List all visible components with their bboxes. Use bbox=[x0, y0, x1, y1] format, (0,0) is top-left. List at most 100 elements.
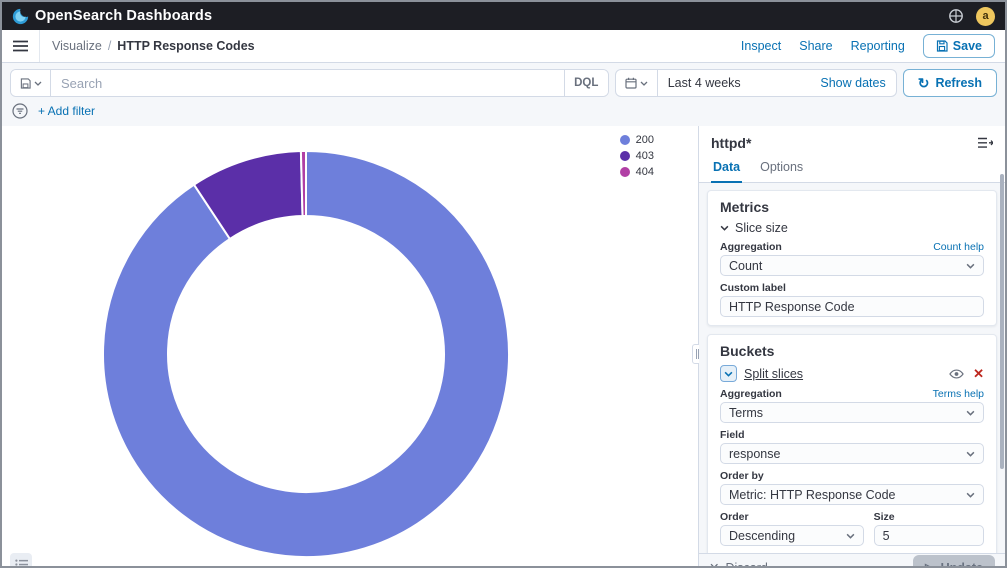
reporting-link[interactable]: Reporting bbox=[851, 39, 905, 53]
remove-bucket-icon[interactable]: ✕ bbox=[973, 367, 984, 380]
chevron-down-icon bbox=[640, 81, 648, 86]
editor-footer: ✕ Discard ▷ Update bbox=[699, 553, 1005, 568]
tab-options[interactable]: Options bbox=[758, 155, 805, 182]
calendar-button[interactable] bbox=[616, 70, 658, 96]
opensearch-logo[interactable]: OpenSearch Dashboards bbox=[12, 8, 212, 25]
buckets-card: Buckets Split slices ✕ Aggregation Terms… bbox=[707, 334, 997, 553]
chevron-down-icon bbox=[966, 492, 975, 498]
metrics-card: Metrics Slice size Aggregation Count hel… bbox=[707, 190, 997, 326]
legend-color-dot bbox=[619, 167, 630, 177]
add-filter-link[interactable]: + Add filter bbox=[38, 104, 95, 118]
eye-icon[interactable] bbox=[949, 368, 964, 379]
field-label: Field bbox=[720, 429, 745, 441]
save-icon bbox=[936, 40, 948, 52]
order-value: Descending bbox=[729, 528, 796, 543]
custom-label-input[interactable] bbox=[720, 296, 984, 317]
search-control: DQL bbox=[10, 69, 609, 97]
metrics-heading: Metrics bbox=[720, 199, 770, 215]
tab-data[interactable]: Data bbox=[711, 155, 743, 183]
refresh-button[interactable]: ↻ Refresh bbox=[902, 69, 997, 97]
saved-query-icon bbox=[20, 77, 31, 89]
index-pattern-title: httpd* bbox=[711, 135, 752, 151]
panel-scrollbar[interactable] bbox=[1000, 174, 1004, 469]
legend-item-404[interactable]: 404 bbox=[619, 166, 654, 178]
legend-color-dot bbox=[619, 151, 630, 161]
chevron-down-icon bbox=[966, 263, 975, 269]
legend-list-icon bbox=[14, 559, 28, 566]
legend-color-dot bbox=[619, 135, 630, 145]
order-by-value: Metric: HTTP Response Code bbox=[729, 487, 896, 502]
buckets-heading: Buckets bbox=[720, 343, 775, 359]
collapse-panel-icon[interactable] bbox=[978, 137, 993, 149]
editor-body: Metrics Slice size Aggregation Count hel… bbox=[699, 183, 1005, 553]
share-link[interactable]: Share bbox=[799, 39, 832, 53]
settings-icon[interactable] bbox=[948, 8, 964, 24]
order-by-label: Order by bbox=[720, 470, 764, 482]
breadcrumb: Visualize / HTTP Response Codes bbox=[52, 39, 255, 53]
brand-title: OpenSearch Dashboards bbox=[35, 8, 213, 24]
size-input[interactable] bbox=[873, 525, 984, 546]
top-navigation-bar: OpenSearch Dashboards a bbox=[2, 2, 1005, 30]
save-button-label: Save bbox=[952, 39, 982, 53]
donut-chart bbox=[102, 149, 511, 558]
inspect-link[interactable]: Inspect bbox=[741, 39, 781, 53]
aggregation-label: Aggregation bbox=[720, 241, 782, 253]
legend-label: 404 bbox=[635, 166, 654, 178]
order-by-select[interactable]: Metric: HTTP Response Code bbox=[720, 484, 984, 505]
visualization-area: 200 403 404 bbox=[2, 126, 698, 566]
hamburger-icon bbox=[13, 40, 28, 52]
update-label: Update bbox=[940, 560, 983, 568]
app-window: OpenSearch Dashboards a Visualize / HTTP … bbox=[0, 0, 1007, 568]
calendar-icon bbox=[625, 77, 637, 89]
slice-size-accordion[interactable]: Slice size bbox=[720, 221, 984, 235]
time-range-value[interactable]: Last 4 weeks bbox=[658, 76, 811, 90]
chart-legend: 200 403 404 bbox=[619, 134, 654, 178]
field-select[interactable]: response bbox=[720, 443, 984, 464]
visualization-editor-panel: httpd* Data Options Metrics Slice size A… bbox=[699, 126, 1005, 568]
discard-x-icon: ✕ bbox=[709, 561, 720, 568]
custom-label-label: Custom label bbox=[720, 282, 786, 294]
breadcrumb-bar: Visualize / HTTP Response Codes Inspect … bbox=[2, 30, 1005, 63]
bucket-accordion-button[interactable] bbox=[720, 365, 737, 382]
query-bar: DQL Last 4 weeks Show dates ↻ Refresh bbox=[2, 63, 1005, 101]
discard-button[interactable]: ✕ Discard bbox=[709, 560, 768, 568]
user-avatar[interactable]: a bbox=[976, 6, 995, 26]
show-dates-link[interactable]: Show dates bbox=[810, 76, 895, 90]
metric-aggregation-select[interactable]: Count bbox=[720, 255, 984, 276]
terms-help-link[interactable]: Terms help bbox=[933, 388, 984, 400]
size-label: Size bbox=[873, 511, 895, 523]
field-value: response bbox=[729, 446, 781, 461]
legend-toggle-button[interactable] bbox=[10, 553, 32, 566]
date-picker: Last 4 weeks Show dates bbox=[614, 69, 897, 97]
count-help-link[interactable]: Count help bbox=[933, 241, 984, 253]
legend-item-403[interactable]: 403 bbox=[619, 150, 654, 162]
order-select[interactable]: Descending bbox=[720, 525, 864, 546]
filter-bar: + Add filter bbox=[2, 101, 1005, 126]
split-slices-link[interactable]: Split slices bbox=[744, 367, 803, 381]
chevron-down-icon bbox=[34, 81, 41, 86]
saved-queries-button[interactable] bbox=[11, 70, 51, 96]
update-button[interactable]: ▷ Update bbox=[913, 555, 995, 568]
slice-size-label: Slice size bbox=[735, 221, 788, 235]
pie-slice-404[interactable] bbox=[299, 149, 307, 218]
play-icon: ▷ bbox=[925, 561, 935, 568]
page-title: HTTP Response Codes bbox=[117, 39, 255, 53]
discard-label: Discard bbox=[725, 560, 768, 568]
save-button[interactable]: Save bbox=[922, 34, 995, 58]
dql-button[interactable]: DQL bbox=[563, 70, 608, 96]
split-slices-row: Split slices ✕ bbox=[720, 365, 984, 382]
legend-item-200[interactable]: 200 bbox=[619, 134, 654, 146]
refresh-icon: ↻ bbox=[917, 75, 930, 91]
search-input[interactable] bbox=[51, 70, 564, 96]
order-label: Order bbox=[720, 511, 749, 523]
breadcrumb-visualize[interactable]: Visualize bbox=[52, 39, 102, 53]
breadcrumb-separator: / bbox=[107, 39, 112, 53]
filter-options-icon[interactable] bbox=[12, 103, 28, 119]
hamburger-menu-button[interactable] bbox=[2, 30, 40, 62]
chevron-down-icon bbox=[966, 410, 975, 416]
chevron-down-icon bbox=[720, 225, 729, 231]
main-content: 200 403 404 httpd* Data Options Metrics … bbox=[2, 126, 1005, 568]
bucket-aggregation-select[interactable]: Terms bbox=[720, 402, 984, 423]
chevron-down-icon bbox=[846, 533, 854, 539]
chevron-down-icon bbox=[966, 451, 975, 457]
